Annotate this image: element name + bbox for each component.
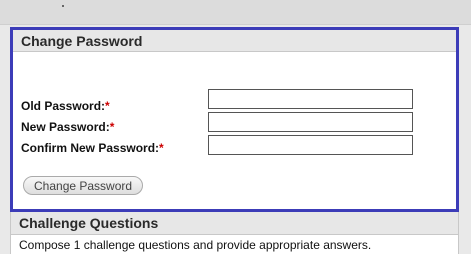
required-marker: *	[109, 120, 115, 134]
required-marker: *	[159, 141, 164, 155]
confirm-password-input[interactable]	[208, 135, 413, 155]
old-password-input[interactable]	[208, 89, 413, 109]
change-password-header: Change Password	[13, 30, 456, 52]
new-password-label: New Password:	[21, 120, 110, 134]
old-password-label: Old Password:	[21, 99, 106, 113]
new-password-row: New Password: *	[21, 120, 114, 134]
old-password-row: Old Password: *	[21, 99, 110, 113]
change-password-panel: Change Password Old Password: * New Pass…	[10, 27, 459, 212]
confirm-password-row: Confirm New Password: *	[21, 141, 164, 155]
new-password-input[interactable]	[208, 112, 413, 132]
challenge-questions-header: Challenge Questions	[11, 212, 458, 235]
change-password-button[interactable]: Change Password	[23, 176, 144, 195]
confirm-password-label: Confirm New Password:	[21, 141, 160, 155]
top-strip	[0, 0, 471, 25]
challenge-instruction: Compose 1 challenge questions and provid…	[19, 238, 372, 252]
challenge-questions-panel: Challenge Questions Compose 1 challenge …	[10, 212, 459, 254]
decorative-mark	[62, 5, 64, 7]
required-marker: *	[105, 99, 110, 113]
